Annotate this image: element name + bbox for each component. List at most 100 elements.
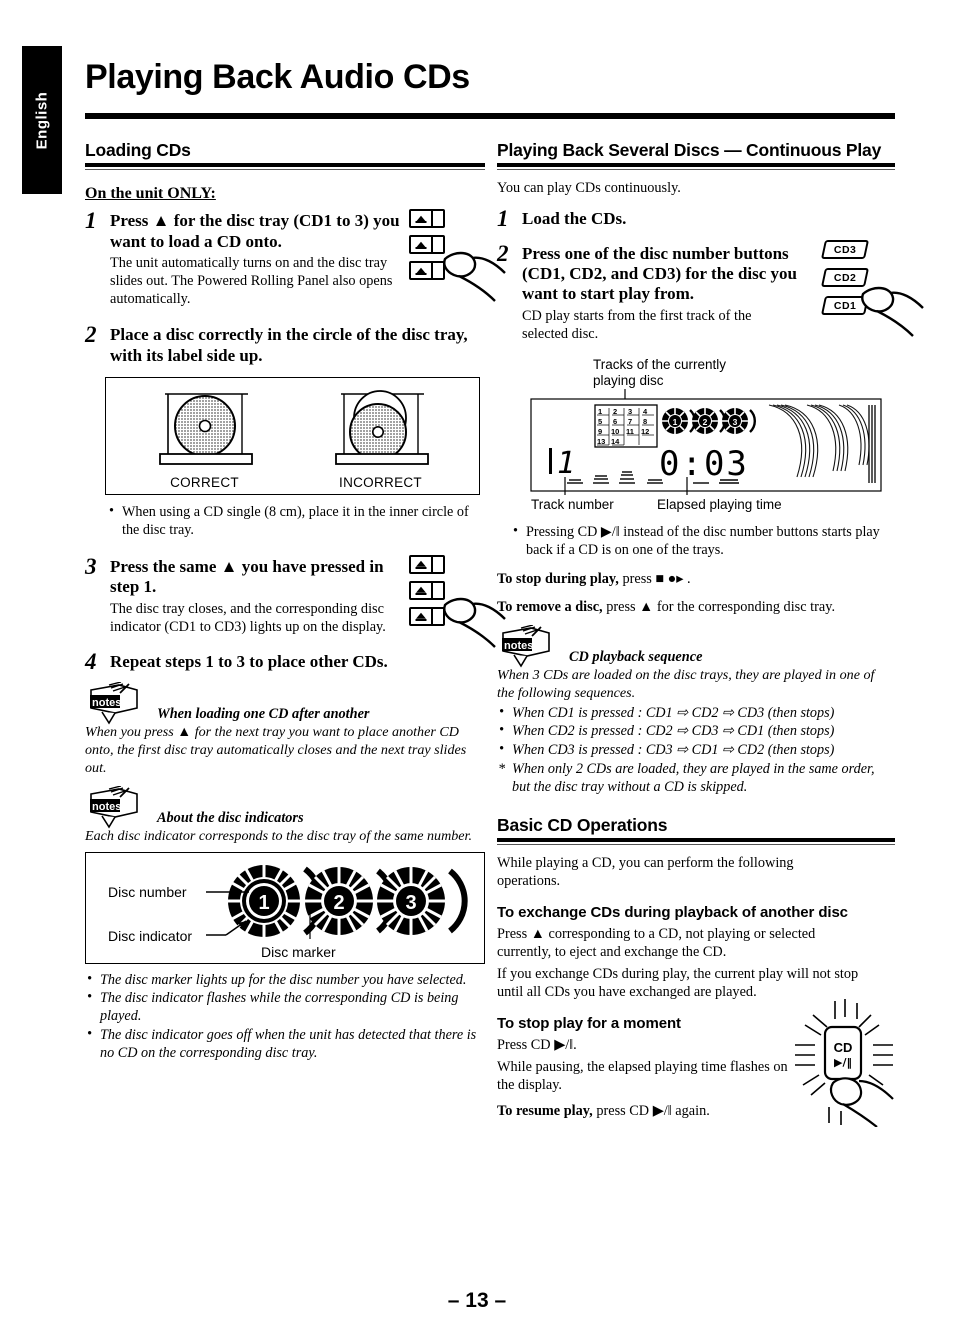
eject-button-icon[interactable] — [409, 209, 445, 229]
svg-text:12: 12 — [641, 427, 649, 436]
display-figure: Tracks of the currently playing disc 123… — [497, 353, 895, 518]
section-rule-thin — [497, 169, 895, 171]
svg-text:1: 1 — [673, 417, 678, 427]
note-body: When 3 CDs are loaded on the disc trays,… — [497, 666, 875, 701]
svg-text:1: 1 — [598, 407, 602, 416]
note-about-disc-indicators: notes About the disc indicators Each dis… — [85, 785, 485, 846]
step-3-heading: Press the same ▲ you have pressed in ste… — [110, 556, 384, 597]
notes-icon: notes — [502, 624, 550, 668]
disc-indicator-figure: 1 2 3 Disc number Disc indicator Disc ma… — [85, 851, 485, 964]
language-tab: English — [22, 46, 62, 194]
note-body: Each disc indicator corresponds to the d… — [85, 827, 473, 844]
cd3-button[interactable]: CD3 — [820, 239, 870, 259]
basic-operations-intro: While playing a CD, you can perform the … — [497, 855, 794, 890]
disc-indicator-bullets: The disc marker lights up for the disc n… — [85, 971, 485, 1063]
cd1-button-label: CD1 — [833, 299, 857, 312]
note-title: About the disc indicators — [157, 809, 304, 826]
list-item-footnote: When only 2 CDs are loaded, they are pla… — [497, 761, 895, 797]
section-rule-thin — [497, 844, 895, 846]
pointing-hand-icon — [861, 286, 924, 337]
right-step-2-heading: Press one of the disc number buttons (CD… — [522, 243, 797, 304]
list-item: When CD2 is pressed : CD2 ⇨ CD3 ⇨ CD1 (t… — [497, 722, 895, 741]
list-item: When CD1 is pressed : CD1 ⇨ CD2 ⇨ CD3 (t… — [497, 704, 895, 723]
subheading-exchange-cds: To exchange CDs during playback of anoth… — [497, 904, 848, 922]
resume-play-text: press CD ▶/‖ again. — [596, 1103, 710, 1120]
note-cd-playback-sequence: notes CD playback sequence When 3 CDs ar… — [497, 624, 895, 797]
svg-text:6: 6 — [613, 417, 617, 426]
svg-text:Tracks of the currently: Tracks of the currently — [593, 357, 726, 372]
section-heading-loading-cds: Loading CDs — [85, 140, 191, 160]
note-title: CD playback sequence — [569, 648, 703, 665]
resume-play-label: To resume play, — [497, 1103, 593, 1120]
svg-text:Disc marker: Disc marker — [261, 944, 336, 960]
note-body: When you press ▲ for the next tray you w… — [85, 723, 467, 776]
list-item: The disc marker lights up for the disc n… — [85, 971, 485, 990]
step-2-heading: Place a disc correctly in the circle of … — [110, 325, 468, 365]
section-heading-continuous-play: Playing Back Several Discs — Continuous … — [497, 140, 882, 160]
play-button-note-list: Pressing CD ▶/‖ instead of the disc numb… — [511, 523, 895, 560]
step-4-number: 4 — [85, 648, 97, 674]
remove-disc-line: To remove a disc, press ▲ for the corres… — [497, 598, 895, 617]
section-rule — [497, 163, 895, 168]
eject-button-icon[interactable] — [409, 606, 445, 626]
eject-buttons-illustration-step1 — [409, 209, 506, 303]
incorrect-label: INCORRECT — [339, 475, 422, 491]
resume-play-line: To resume play, press CD ▶/‖ again. — [497, 1102, 817, 1121]
section-rule — [497, 838, 895, 843]
eject-button-icon[interactable] — [409, 554, 445, 574]
single-cd-note-list: When using a CD single (8 cm), place it … — [107, 503, 485, 540]
svg-text:11: 11 — [626, 427, 634, 436]
svg-text:8: 8 — [643, 417, 647, 426]
section-rule — [85, 163, 485, 168]
playback-sequence-list: When CD1 is pressed : CD1 ⇨ CD2 ⇨ CD3 (t… — [497, 704, 895, 797]
page-title-rule — [85, 113, 895, 119]
correct-label: CORRECT — [170, 475, 239, 491]
stop-during-play-text: press ■ ●▸ . — [622, 570, 691, 587]
eject-button-icon[interactable] — [409, 261, 445, 281]
svg-text:7: 7 — [628, 417, 632, 426]
note-title: When loading one CD after another — [157, 705, 370, 722]
eject-buttons-illustration-step3 — [409, 554, 506, 648]
svg-text:2: 2 — [613, 407, 617, 416]
eject-button-icon[interactable] — [409, 235, 445, 255]
svg-text:notes: notes — [92, 801, 121, 813]
exchange-paragraph-1: Press ▲ corresponding to a CD, not playi… — [497, 926, 816, 961]
svg-text:3: 3 — [733, 417, 738, 427]
incorrect-tray-illustration: INCORRECT — [306, 388, 456, 494]
step-3: 3 Press the same ▲ you have pressed in s… — [85, 553, 506, 648]
cd-number-buttons-illustration: CD3 CD2 CD1 — [820, 239, 924, 337]
svg-text:Track number: Track number — [531, 497, 614, 512]
step-4: 4 Repeat steps 1 to 3 to place other CDs… — [85, 648, 485, 674]
step-4-heading: Repeat steps 1 to 3 to place other CDs. — [110, 651, 388, 671]
svg-text:1: 1 — [557, 446, 575, 481]
eject-button-icon[interactable] — [409, 580, 445, 600]
svg-text:2: 2 — [333, 892, 344, 914]
step-3-number: 3 — [85, 553, 97, 579]
cd1-button[interactable]: CD1 — [820, 295, 870, 315]
svg-text:playing disc: playing disc — [593, 373, 664, 388]
disc-placement-figure: CORRECT INCORRECT — [105, 377, 480, 496]
svg-text:14: 14 — [611, 437, 620, 446]
svg-text:9: 9 — [598, 427, 602, 436]
cd2-button-label: CD2 — [833, 271, 857, 284]
stop-during-play-label: To stop during play, — [497, 570, 619, 587]
stop-during-play-line: To stop during play, press ■ ●▸ . — [497, 570, 895, 589]
step-2-number: 2 — [85, 322, 97, 348]
lcd-display-diagram: Tracks of the currently playing disc 123… — [530, 357, 882, 512]
page-title: Playing Back Audio CDs — [85, 58, 470, 96]
svg-text:10: 10 — [611, 427, 619, 436]
step-3-body: The disc tray closes, and the correspond… — [110, 600, 386, 635]
notes-icon: notes — [90, 785, 138, 829]
cd2-button[interactable]: CD2 — [820, 267, 870, 287]
right-step-2-number: 2 — [497, 240, 509, 266]
svg-text:Elapsed playing time: Elapsed playing time — [657, 497, 782, 512]
list-item: The disc indicator flashes while the cor… — [85, 989, 485, 1026]
step-2: 2 Place a disc correctly in the circle o… — [85, 322, 485, 366]
remove-disc-text: press ▲ for the corresponding disc tray. — [606, 599, 836, 616]
notes-icon: notes — [90, 681, 138, 725]
step-1: 1 Press ▲ for the disc tray (CD1 to 3) y… — [85, 208, 506, 308]
svg-text:Disc number: Disc number — [108, 884, 187, 900]
remove-disc-label: To remove a disc, — [497, 599, 603, 616]
right-step-1-number: 1 — [497, 206, 509, 232]
right-column: Playing Back Several Discs — Continuous … — [497, 140, 924, 1128]
